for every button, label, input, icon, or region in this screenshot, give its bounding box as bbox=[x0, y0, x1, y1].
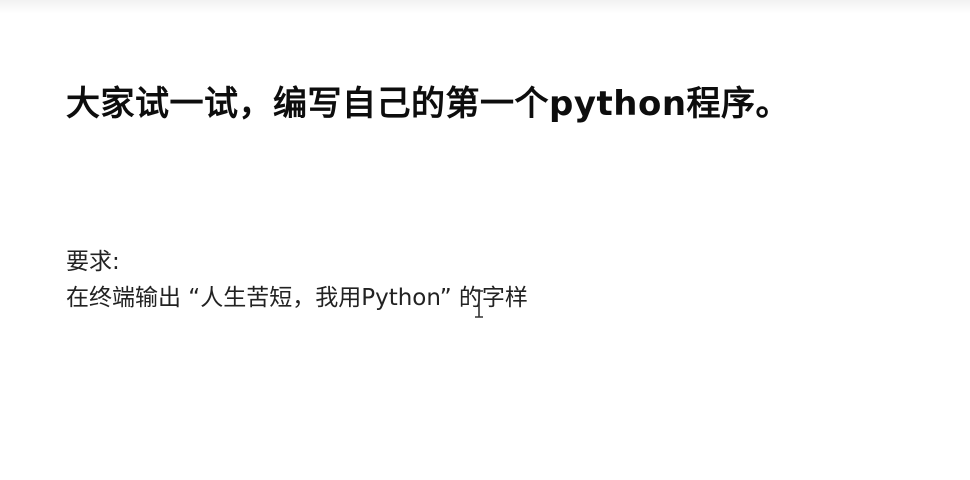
slide-title: 大家试一试，编写自己的第一个python程序。 bbox=[66, 84, 791, 124]
slide-canvas: 大家试一试，编写自己的第一个python程序。 要求: 在终端输出 “人生苦短，… bbox=[0, 0, 970, 480]
requirement-block: 要求: 在终端输出 “人生苦短，我用Python” 的字样 bbox=[66, 244, 528, 316]
requirement-text: 在终端输出 “人生苦短，我用Python” 的字样 bbox=[66, 285, 528, 311]
text-cursor-icon bbox=[475, 290, 483, 318]
requirement-label: 要求: bbox=[66, 249, 120, 275]
top-edge-shadow bbox=[0, 0, 970, 14]
